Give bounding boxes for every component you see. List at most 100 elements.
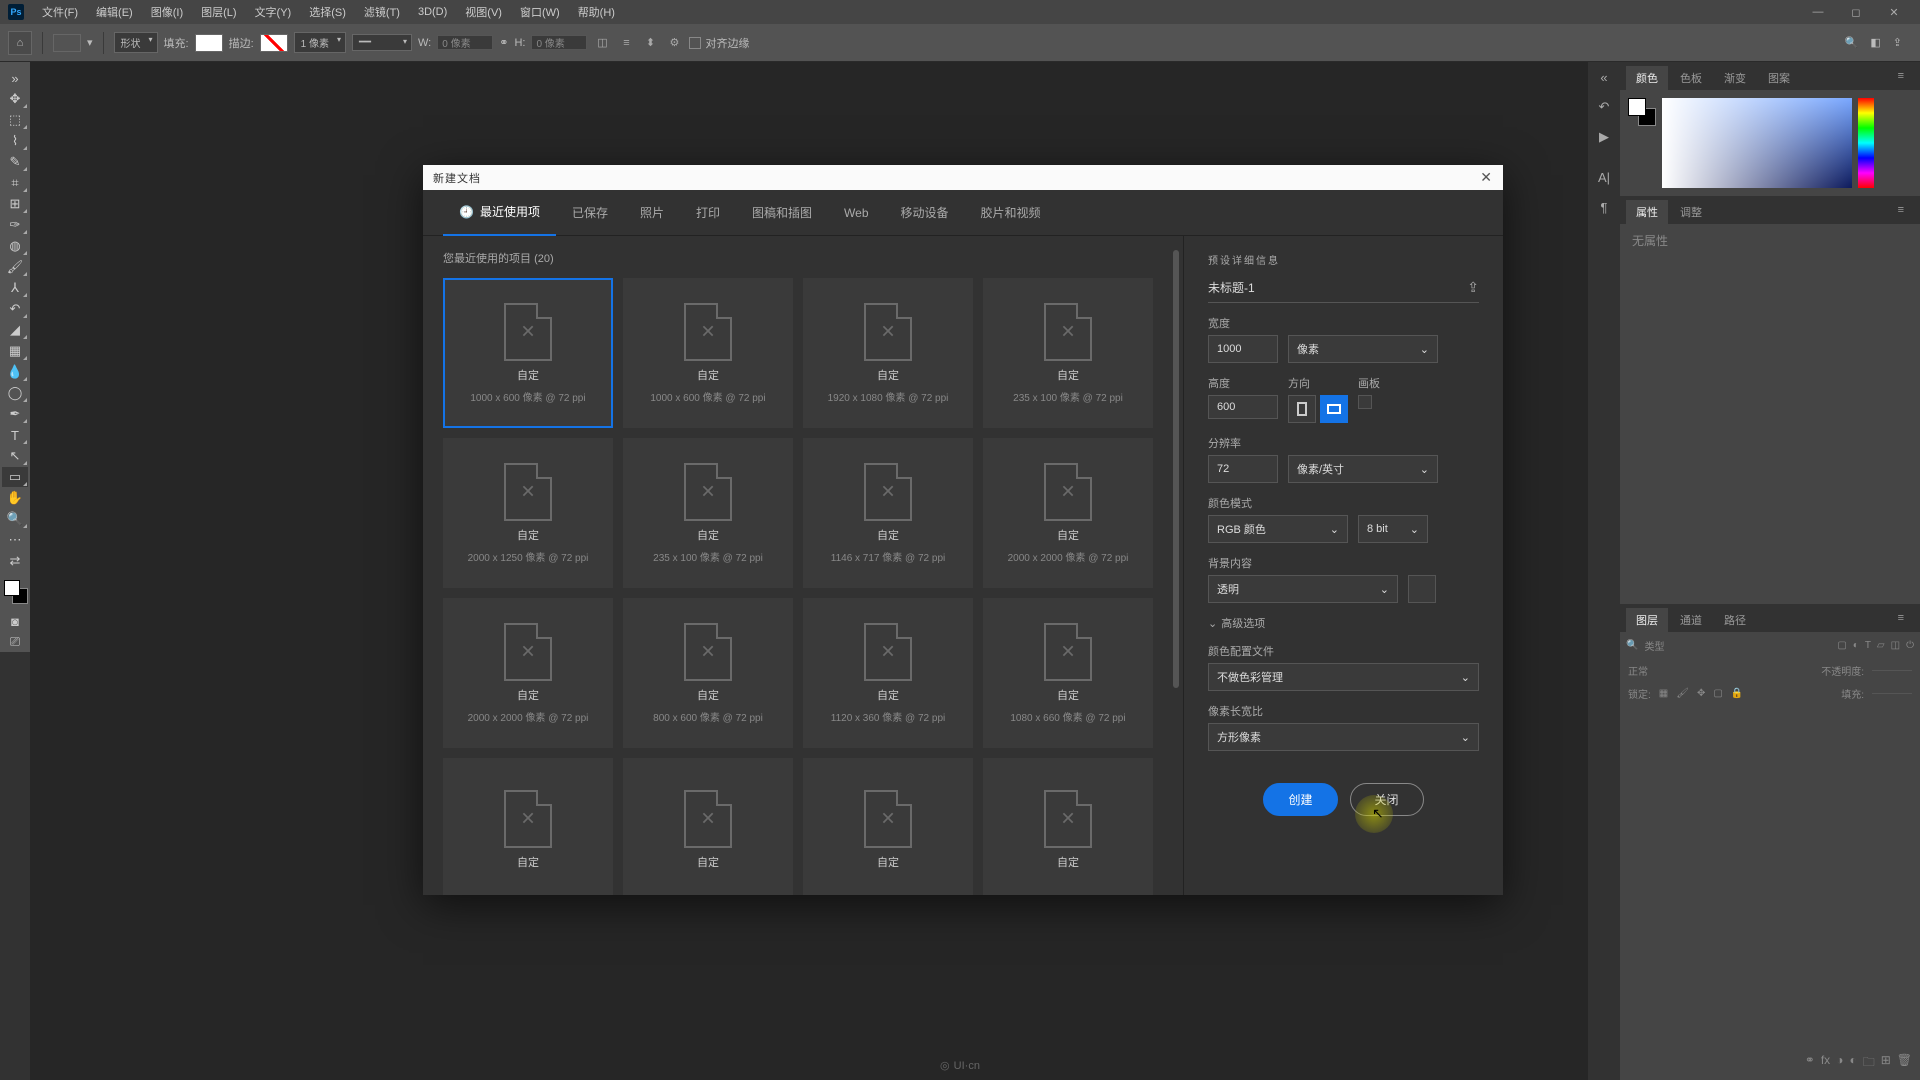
preset-item[interactable]: ✕自定800 x 600 像素 @ 72 ppi xyxy=(623,598,793,748)
tab-gradients[interactable]: 渐变 xyxy=(1714,66,1756,90)
menu-image[interactable]: 图像(I) xyxy=(143,4,191,20)
width-unit-dropdown[interactable]: 像素⌄ xyxy=(1288,335,1438,363)
share-icon[interactable]: ⇪ xyxy=(1893,36,1902,49)
tab-layers[interactable]: 图层 xyxy=(1626,608,1668,632)
tab-channels[interactable]: 通道 xyxy=(1670,608,1712,632)
brush-tool[interactable]: 🖌 xyxy=(2,257,28,277)
panel-menu-icon[interactable]: ≡ xyxy=(1888,608,1914,632)
preset-item[interactable]: ✕自定 xyxy=(983,758,1153,895)
window-close[interactable]: ✕ xyxy=(1876,6,1912,19)
preset-item[interactable]: ✕自定2000 x 2000 像素 @ 72 ppi xyxy=(443,598,613,748)
preset-item[interactable]: ✕自定1120 x 360 像素 @ 72 ppi xyxy=(803,598,973,748)
tab-patterns[interactable]: 图案 xyxy=(1758,66,1800,90)
panel-menu-icon[interactable]: ≡ xyxy=(1888,200,1914,224)
color-field[interactable] xyxy=(1662,98,1852,188)
stroke-style-dropdown[interactable]: ━━ xyxy=(352,34,412,51)
tab-mobile[interactable]: 移动设备 xyxy=(885,190,965,235)
tab-color[interactable]: 颜色 xyxy=(1626,66,1668,90)
tab-swatches[interactable]: 色板 xyxy=(1670,66,1712,90)
tab-recent[interactable]: 🕘最近使用项 xyxy=(443,189,556,236)
background-dropdown[interactable]: 透明⌄ xyxy=(1208,575,1398,603)
link-layers-icon[interactable]: ⚭ xyxy=(1805,1053,1815,1074)
stroke-width-dropdown[interactable]: 1 像素 xyxy=(294,32,346,53)
lock-trans-icon[interactable]: ▦ xyxy=(1659,688,1668,699)
menu-select[interactable]: 选择(S) xyxy=(301,4,354,20)
expand-icon[interactable]: « xyxy=(1591,66,1617,88)
color-profile-dropdown[interactable]: 不做色彩管理⌄ xyxy=(1208,663,1479,691)
menu-file[interactable]: 文件(F) xyxy=(34,4,86,20)
shape-mode-dropdown[interactable]: 形状 xyxy=(114,32,158,53)
preset-item[interactable]: ✕自定235 x 100 像素 @ 72 ppi xyxy=(623,438,793,588)
more-tools[interactable]: ⋯ xyxy=(2,530,28,550)
lock-pos-icon[interactable]: ✥ xyxy=(1697,688,1705,699)
menu-view[interactable]: 视图(V) xyxy=(457,4,510,20)
edit-toolbar[interactable]: ⇄ xyxy=(2,551,28,571)
height-input[interactable] xyxy=(1208,395,1278,419)
path-ops-icon[interactable]: ◫ xyxy=(593,34,611,52)
path-select-tool[interactable]: ↖ xyxy=(2,446,28,466)
hand-tool[interactable]: ✋ xyxy=(2,488,28,508)
zoom-tool[interactable]: 🔍 xyxy=(2,509,28,529)
arrange-icon[interactable]: ⬍ xyxy=(641,34,659,52)
quick-mask-icon[interactable]: ◙ xyxy=(2,611,28,631)
pen-tool[interactable]: ✒ xyxy=(2,404,28,424)
frame-tool[interactable]: ⊞ xyxy=(2,194,28,214)
tab-properties[interactable]: 属性 xyxy=(1626,200,1668,224)
screen-mode-icon[interactable]: ⎚ xyxy=(2,632,28,652)
menu-layer[interactable]: 图层(L) xyxy=(193,4,244,20)
doc-name-input[interactable] xyxy=(1208,281,1467,295)
preset-item[interactable]: ✕自定1080 x 660 像素 @ 72 ppi xyxy=(983,598,1153,748)
window-maximize[interactable]: ◻ xyxy=(1838,6,1874,19)
fx-icon[interactable]: fx xyxy=(1821,1053,1830,1074)
history-icon[interactable]: ↶ xyxy=(1591,96,1617,118)
width-input[interactable] xyxy=(1208,335,1278,363)
tab-art[interactable]: 图稿和插图 xyxy=(736,190,828,235)
lock-nest-icon[interactable]: ▢ xyxy=(1713,688,1722,699)
width-input[interactable] xyxy=(437,35,493,50)
menu-help[interactable]: 帮助(H) xyxy=(570,4,623,20)
save-preset-icon[interactable]: ⇪ xyxy=(1467,279,1479,296)
history-brush-tool[interactable]: ↶ xyxy=(2,299,28,319)
lasso-tool[interactable]: ⌇ xyxy=(2,131,28,151)
preset-item[interactable]: ✕自定1000 x 600 像素 @ 72 ppi xyxy=(443,278,613,428)
create-button[interactable]: 创建 xyxy=(1263,783,1337,816)
fg-bg-mini[interactable] xyxy=(1628,98,1656,126)
tab-saved[interactable]: 已保存 xyxy=(556,190,624,235)
type-tool[interactable]: T xyxy=(2,425,28,445)
paragraph-icon[interactable]: ¶ xyxy=(1591,196,1617,218)
background-color-swatch[interactable] xyxy=(1408,575,1436,603)
quick-select-tool[interactable]: ✎ xyxy=(2,152,28,172)
filter-adj-icon[interactable]: ◐ xyxy=(1853,640,1859,651)
filter-shape-icon[interactable]: ▱ xyxy=(1877,640,1885,651)
pixel-aspect-dropdown[interactable]: 方形像素⌄ xyxy=(1208,723,1479,751)
preset-item[interactable]: ✕自定 xyxy=(443,758,613,895)
blend-mode-dropdown[interactable]: 正常 xyxy=(1628,663,1648,678)
gear-icon[interactable]: ⚙ xyxy=(665,34,683,52)
panel-menu-icon[interactable]: ≡ xyxy=(1888,66,1914,90)
preset-item[interactable]: ✕自定1920 x 1080 像素 @ 72 ppi xyxy=(803,278,973,428)
align-icon[interactable]: ≡ xyxy=(617,34,635,52)
resolution-unit-dropdown[interactable]: 像素/英寸⌄ xyxy=(1288,455,1438,483)
stroke-swatch[interactable] xyxy=(260,34,288,52)
new-layer-icon[interactable]: ⊞ xyxy=(1881,1053,1891,1074)
color-swatches[interactable] xyxy=(2,580,28,610)
tab-web[interactable]: Web xyxy=(828,192,884,234)
group-icon[interactable]: 🗀 xyxy=(1863,1053,1875,1074)
stamp-tool[interactable]: ⅄ xyxy=(2,278,28,298)
preset-item[interactable]: ✕自定 xyxy=(623,758,793,895)
delete-layer-icon[interactable]: 🗑 xyxy=(1897,1053,1912,1074)
filter-type-icon[interactable]: T xyxy=(1865,640,1871,651)
preset-item[interactable]: ✕自定1146 x 717 像素 @ 72 ppi xyxy=(803,438,973,588)
workspace-icon[interactable]: ◧ xyxy=(1870,36,1880,49)
preset-item[interactable]: ✕自定2000 x 1250 像素 @ 72 ppi xyxy=(443,438,613,588)
menu-window[interactable]: 窗口(W) xyxy=(512,4,568,20)
preset-item[interactable]: ✕自定1000 x 600 像素 @ 72 ppi xyxy=(623,278,793,428)
link-wh-icon[interactable]: ⚭ xyxy=(499,36,508,49)
tab-photo[interactable]: 照片 xyxy=(624,190,680,235)
search-icon[interactable]: 🔍 xyxy=(1845,36,1859,49)
blur-tool[interactable]: 💧 xyxy=(2,362,28,382)
presets-scrollbar[interactable] xyxy=(1173,250,1181,875)
orientation-landscape[interactable] xyxy=(1320,395,1348,423)
fill-swatch[interactable] xyxy=(195,34,223,52)
dodge-tool[interactable]: ◯ xyxy=(2,383,28,403)
